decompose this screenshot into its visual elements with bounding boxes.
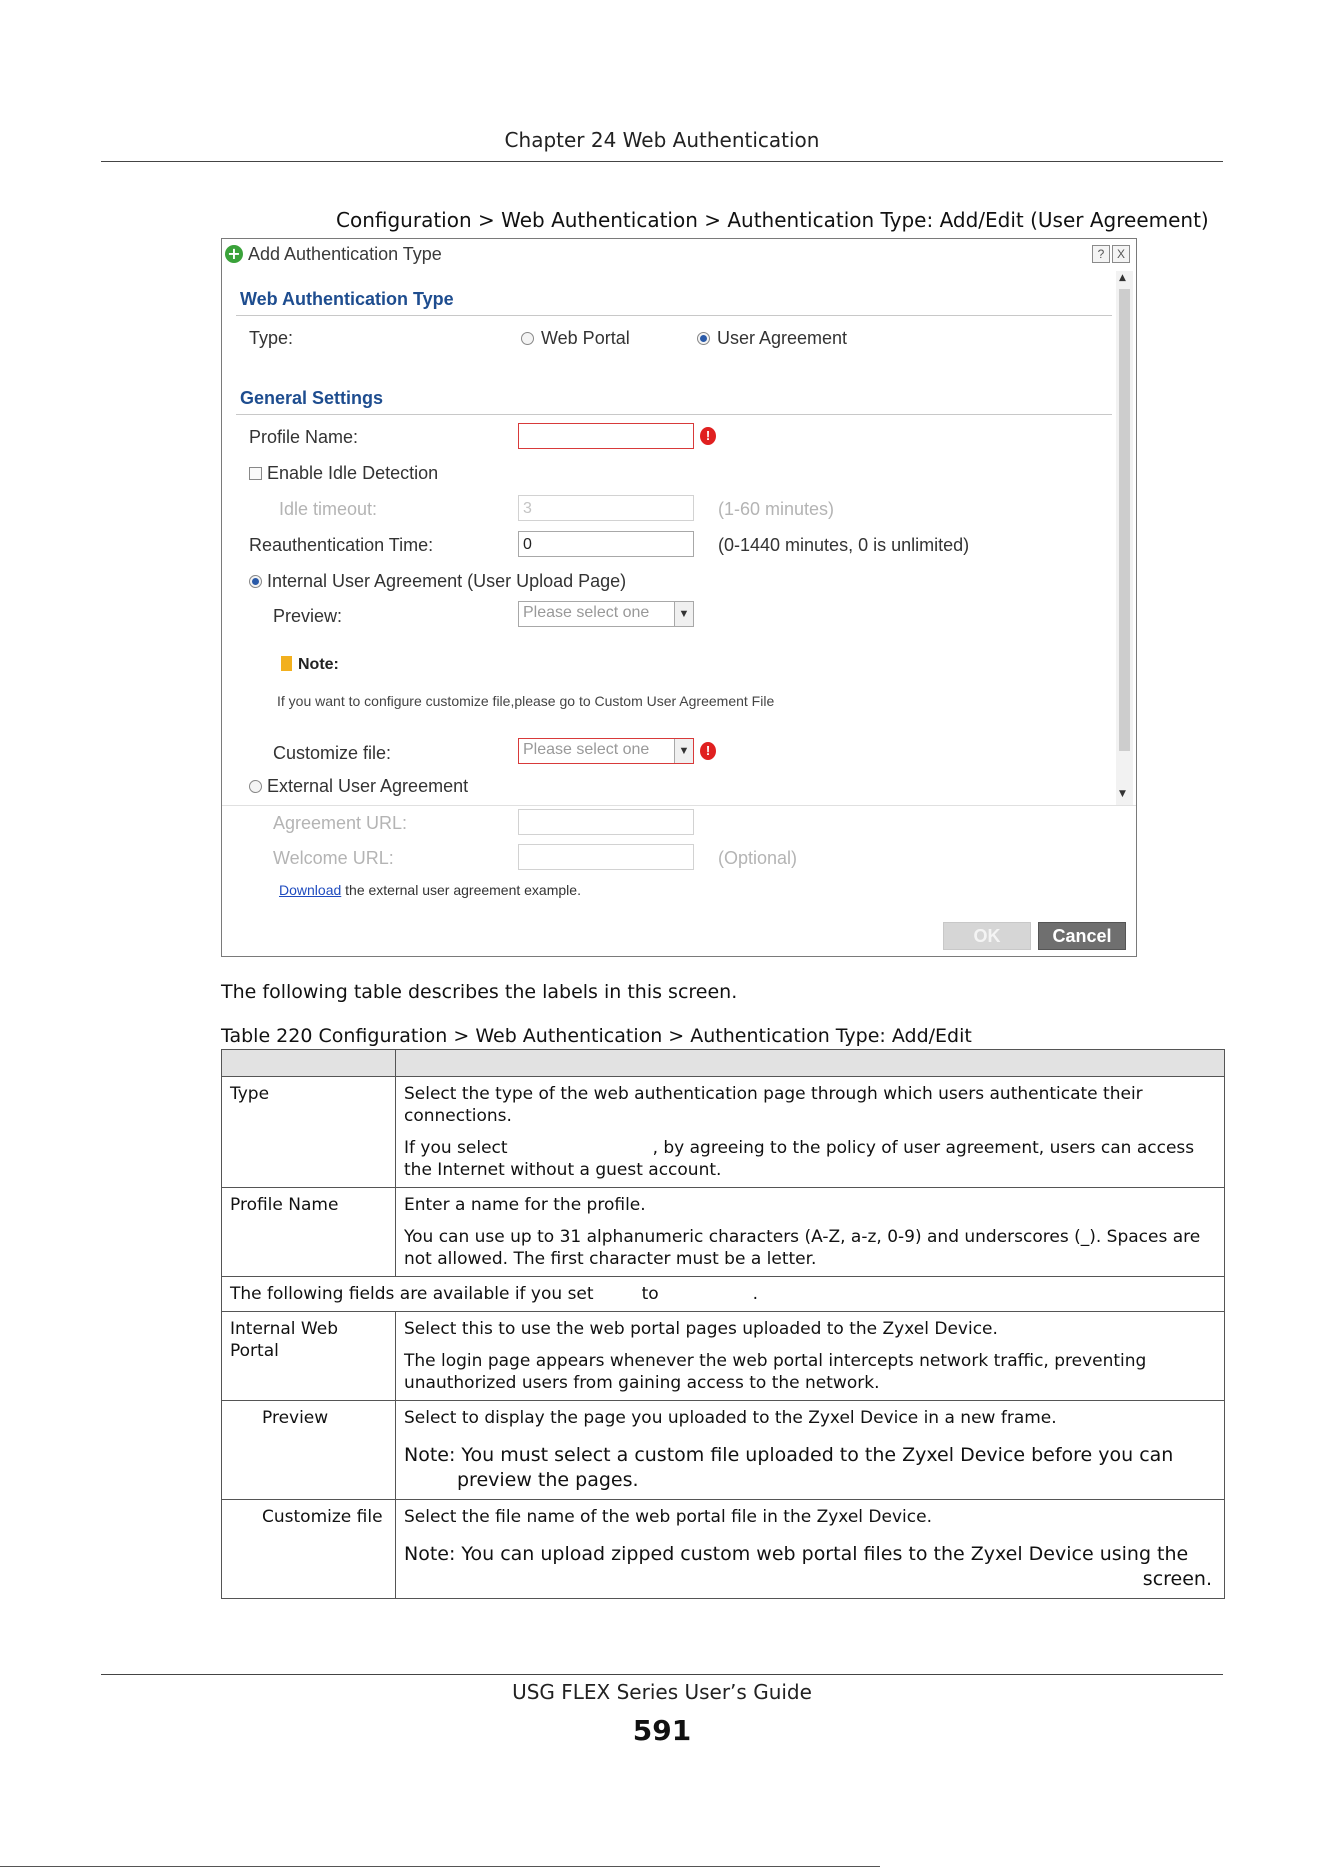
profile-name-label: Profile Name: bbox=[249, 427, 359, 447]
row-label: Preview bbox=[221, 1400, 396, 1500]
section-general-settings: General Settings bbox=[240, 388, 384, 408]
note-label: Note: bbox=[298, 656, 339, 673]
row-text: Select the file name of the web portal f… bbox=[404, 1507, 932, 1527]
row-label: Type bbox=[221, 1076, 396, 1188]
internal-agreement-label[interactable]: Internal User Agreement (User Upload Pag… bbox=[267, 571, 626, 592]
ok-button[interactable]: OK bbox=[943, 922, 1031, 950]
web-portal-label[interactable]: Web Portal bbox=[541, 328, 630, 349]
enable-idle-checkbox[interactable] bbox=[249, 467, 262, 480]
row-label: Profile Name bbox=[221, 1187, 396, 1277]
close-icon[interactable]: X bbox=[1112, 245, 1130, 263]
customize-file-label: Customize file: bbox=[273, 743, 392, 763]
row-text: . bbox=[752, 1284, 759, 1304]
row-text: Select the type of the web authenticatio… bbox=[404, 1084, 1143, 1126]
help-icon[interactable]: ? bbox=[1092, 245, 1110, 263]
table-caption: Table 220 Configuration > Web Authentica… bbox=[221, 1025, 972, 1047]
page-number: 591 bbox=[632, 1714, 692, 1747]
preview-select-value: Please select one bbox=[523, 604, 650, 621]
reauth-hint: (0-1440 minutes, 0 is unlimited) bbox=[718, 535, 970, 555]
row-text: The login page appears whenever the web … bbox=[404, 1351, 1147, 1393]
section-divider bbox=[236, 315, 1112, 316]
row-text: If you select bbox=[404, 1138, 508, 1158]
download-text: the external user agreement example. bbox=[345, 882, 581, 898]
dialog-footer-divider bbox=[222, 805, 1136, 806]
table-row: Customize file Select the file name of t… bbox=[221, 1499, 1225, 1599]
table-row: The following fields are available if yo… bbox=[221, 1276, 1225, 1312]
row-text: Select this to use the web portal pages … bbox=[404, 1319, 998, 1339]
dialog-title: Add Authentication Type bbox=[248, 244, 442, 264]
idle-timeout-hint: (1-60 minutes) bbox=[718, 499, 835, 519]
download-link[interactable]: Download bbox=[279, 882, 341, 898]
note-text: Note: You can upload zipped custom web p… bbox=[404, 1543, 1189, 1565]
preview-label: Preview: bbox=[273, 606, 343, 626]
row-text: , by agreeing to the policy of user agre… bbox=[404, 1138, 1195, 1180]
welcome-url-hint: (Optional) bbox=[718, 848, 798, 868]
cancel-button[interactable]: Cancel bbox=[1038, 922, 1126, 950]
chevron-down-icon[interactable]: ▼ bbox=[674, 739, 693, 763]
row-text: Select to display the page you uploaded … bbox=[404, 1408, 1057, 1428]
download-line: Download the external user agreement exa… bbox=[279, 882, 581, 898]
footer-title: USG FLEX Series User’s Guide bbox=[512, 1680, 812, 1704]
table-row: Type Select the type of the web authenti… bbox=[221, 1076, 1225, 1188]
add-icon: + bbox=[225, 245, 243, 263]
external-agreement-label[interactable]: External User Agreement bbox=[267, 776, 468, 797]
row-text: You can use up to 31 alphanumeric charac… bbox=[404, 1227, 1201, 1269]
user-agreement-label[interactable]: User Agreement bbox=[717, 328, 847, 349]
table-row: Internal Web Portal Select this to use t… bbox=[221, 1311, 1225, 1401]
table-header-row bbox=[221, 1049, 1225, 1077]
intro-text: The following table describes the labels… bbox=[221, 981, 738, 1003]
add-authentication-type-dialog: + Add Authentication Type ? X Web Authen… bbox=[221, 238, 1137, 957]
reauth-input[interactable]: 0 bbox=[518, 531, 694, 557]
enable-idle-label[interactable]: Enable Idle Detection bbox=[267, 463, 438, 484]
row-label: Internal Web Portal bbox=[221, 1311, 396, 1401]
note-text: preview the pages. bbox=[457, 1469, 639, 1491]
bottom-rule bbox=[0, 1866, 880, 1867]
scroll-up-icon[interactable]: ▲ bbox=[1119, 273, 1126, 283]
dialog-title-bar: + Add Authentication Type ? X bbox=[222, 239, 1136, 271]
footer-rule bbox=[101, 1674, 1223, 1675]
external-agreement-radio[interactable] bbox=[249, 780, 262, 793]
agreement-url-input[interactable] bbox=[518, 809, 694, 835]
type-label: Type: bbox=[249, 328, 294, 348]
reauth-label: Reauthentication Time: bbox=[249, 535, 434, 555]
idle-timeout-label: Idle timeout: bbox=[279, 499, 378, 519]
row-text: The following fields are available if yo… bbox=[230, 1284, 594, 1304]
profile-name-input[interactable] bbox=[518, 423, 694, 449]
idle-timeout-input[interactable]: 3 bbox=[518, 495, 694, 521]
error-icon: ! bbox=[700, 742, 716, 760]
welcome-url-input[interactable] bbox=[518, 844, 694, 870]
scrollbar-thumb[interactable] bbox=[1119, 289, 1130, 751]
section-divider bbox=[236, 414, 1112, 415]
user-agreement-radio[interactable] bbox=[697, 332, 710, 345]
agreement-url-label: Agreement URL: bbox=[273, 813, 408, 833]
row-text: Enter a name for the profile. bbox=[404, 1195, 646, 1215]
table-row: Preview Select to display the page you u… bbox=[221, 1400, 1225, 1500]
note-text: Note: You must select a custom file uplo… bbox=[404, 1444, 1174, 1466]
table-row: Profile Name Enter a name for the profil… bbox=[221, 1187, 1225, 1277]
note-text: If you want to configure customize file,… bbox=[277, 693, 775, 709]
customize-file-select-value: Please select one bbox=[523, 741, 650, 758]
web-portal-radio[interactable] bbox=[521, 332, 534, 345]
description-table: Type Select the type of the web authenti… bbox=[221, 1049, 1225, 1599]
row-label: Customize file bbox=[221, 1499, 396, 1599]
chevron-down-icon[interactable]: ▼ bbox=[674, 602, 693, 626]
error-icon: ! bbox=[700, 427, 716, 445]
header-rule bbox=[101, 161, 1223, 162]
figure-caption: Configuration > Web Authentication > Aut… bbox=[336, 208, 1209, 232]
row-text: to bbox=[641, 1284, 659, 1304]
section-web-auth-type: Web Authentication Type bbox=[240, 289, 454, 309]
note-icon bbox=[281, 656, 292, 671]
preview-select[interactable]: Please select one ▼ bbox=[518, 601, 694, 627]
chapter-header: Chapter 24 Web Authentication bbox=[504, 128, 820, 152]
welcome-url-label: Welcome URL: bbox=[273, 848, 394, 868]
vertical-scrollbar[interactable]: ▲ ▼ bbox=[1116, 271, 1133, 805]
customize-file-select[interactable]: Please select one ▼ bbox=[518, 738, 694, 764]
note-text: screen. bbox=[1142, 1568, 1212, 1590]
internal-agreement-radio[interactable] bbox=[249, 575, 262, 588]
scroll-down-icon[interactable]: ▼ bbox=[1119, 789, 1126, 799]
